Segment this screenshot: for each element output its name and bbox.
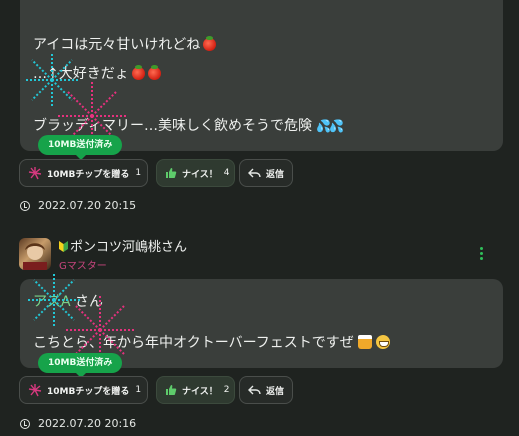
comment-line: アイコは元々甘いけれどね (33, 34, 217, 54)
action-row: 10MBチップを贈る 1 ナイス！ 2 返信 (19, 376, 419, 404)
beginner-leaf-icon (59, 241, 68, 252)
tomato-emoji (147, 65, 161, 80)
timestamp-text: 2022.07.20 20:15 (38, 199, 137, 212)
nice-count: 2 (223, 385, 230, 395)
user-name-text: ポンコツ河嶋桃さん (70, 240, 188, 255)
tip-sent-badge: 10MB送付済み (38, 135, 123, 160)
action-row: 10MBチップを贈る 1 ナイス！ 4 返信 (19, 159, 419, 187)
nice-label: ナイス！ (182, 386, 218, 397)
firework-chip-icon (28, 166, 42, 180)
chip-count: 1 (135, 385, 142, 395)
send-chip-label: 10MBチップを贈る (47, 386, 130, 397)
send-chip-button[interactable]: 10MBチップを贈る 1 (19, 159, 148, 187)
comment-line: アズA さん (33, 291, 103, 311)
reply-arrow-icon (248, 167, 261, 179)
timestamp-text: 2022.07.20 20:16 (38, 417, 137, 430)
reply-label: 返信 (266, 386, 285, 397)
user-name[interactable]: ポンコツ河嶋桃さん (59, 236, 187, 255)
comment-line: ブラッディマリー…美味しく飲めそうで危険 💦💦 (33, 118, 344, 134)
nice-button[interactable]: ナイス！ 2 (156, 376, 235, 404)
thumbs-up-icon (165, 167, 177, 179)
comment-line: こちとら、年から年中オクトーバーフェストですぜ (33, 332, 390, 352)
thumbs-up-icon (165, 384, 177, 396)
tip-sent-badge: 10MB送付済み (38, 353, 123, 378)
reply-button[interactable]: 返信 (239, 376, 293, 404)
grin-emoji (375, 335, 390, 349)
beer-emoji (357, 335, 372, 349)
nice-label: ナイス！ (182, 169, 218, 180)
post-timestamp: 2022.07.20 20:16 (20, 417, 136, 430)
nice-count: 4 (223, 168, 230, 178)
reply-button[interactable]: 返信 (239, 159, 293, 187)
send-chip-button[interactable]: 10MBチップを贈る 1 (19, 376, 148, 404)
firework-chip-icon (28, 383, 42, 397)
tomato-emoji (203, 36, 217, 51)
send-chip-label: 10MBチップを贈る (47, 169, 130, 180)
chip-count: 1 (135, 168, 142, 178)
reply-arrow-icon (248, 384, 261, 396)
post-timestamp: 2022.07.20 20:15 (20, 199, 136, 212)
clock-icon (20, 418, 30, 429)
user-rank: Gマスター (59, 261, 107, 272)
comment-bubble: アイコは元々甘いけれどね …↑大好きだょ ブラッディマリー…美味しく飲めそうで危… (20, 0, 503, 151)
avatar[interactable] (19, 238, 51, 270)
reply-label: 返信 (266, 169, 285, 180)
comment-line: …↑大好きだょ (33, 63, 161, 83)
sweat-drops-emoji: 💦💦 (316, 119, 344, 133)
clock-icon (20, 200, 30, 211)
mention-link[interactable]: アズA (33, 294, 71, 310)
nice-button[interactable]: ナイス！ 4 (156, 159, 235, 187)
kebab-menu-icon[interactable] (480, 247, 484, 262)
tomato-emoji (131, 65, 145, 80)
mention-suffix: さん (70, 294, 104, 310)
